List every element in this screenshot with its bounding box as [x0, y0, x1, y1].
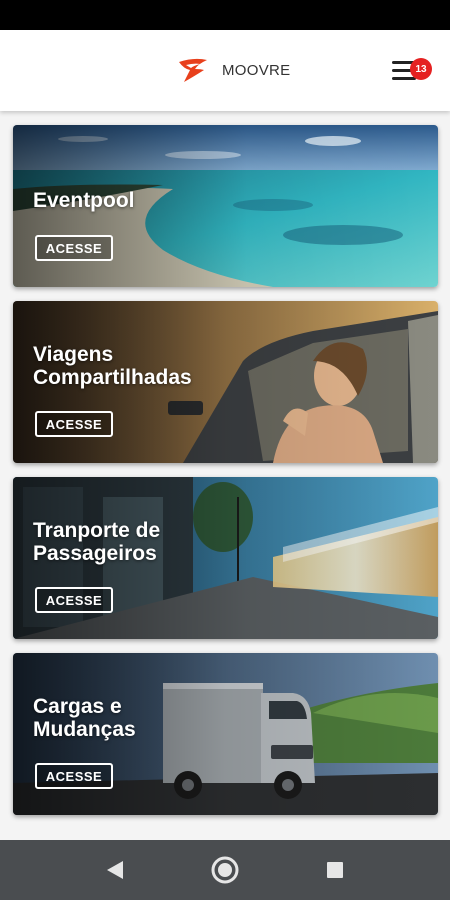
acesse-button[interactable]: ACESSE	[35, 411, 113, 437]
acesse-button[interactable]: ACESSE	[35, 235, 113, 261]
app-name: MOOVRE	[222, 61, 291, 79]
back-button[interactable]	[95, 850, 135, 890]
home-circle-icon	[211, 856, 239, 884]
card-cargas-mudancas[interactable]: Cargas e Mudanças ACESSE	[13, 653, 438, 815]
system-nav-bar	[0, 840, 450, 900]
status-bar	[0, 0, 450, 30]
back-triangle-icon	[107, 861, 123, 879]
card-title: Cargas e Mudanças	[33, 695, 136, 741]
service-list: Eventpool ACESSE Viagens Compartilhadas …	[0, 111, 450, 840]
card-transporte-passageiros[interactable]: Tranporte de Passageiros ACESSE	[13, 477, 438, 639]
brand: MOOVRE	[176, 56, 290, 84]
acesse-button[interactable]: ACESSE	[35, 587, 113, 613]
notification-badge: 13	[410, 58, 432, 80]
recents-square-icon	[327, 862, 343, 878]
acesse-button[interactable]: ACESSE	[35, 763, 113, 789]
card-title: Eventpool	[33, 189, 135, 212]
moovre-logo-icon	[179, 58, 207, 82]
card-title: Viagens Compartilhadas	[33, 343, 192, 389]
card-eventpool[interactable]: Eventpool ACESSE	[13, 125, 438, 287]
card-title: Tranporte de Passageiros	[33, 519, 161, 565]
recents-button[interactable]	[315, 850, 355, 890]
menu-button[interactable]: 13	[388, 57, 436, 89]
app-header: MOOVRE 13	[0, 30, 450, 111]
home-button[interactable]	[205, 850, 245, 890]
card-viagens-compartilhadas[interactable]: Viagens Compartilhadas ACESSE	[13, 301, 438, 463]
